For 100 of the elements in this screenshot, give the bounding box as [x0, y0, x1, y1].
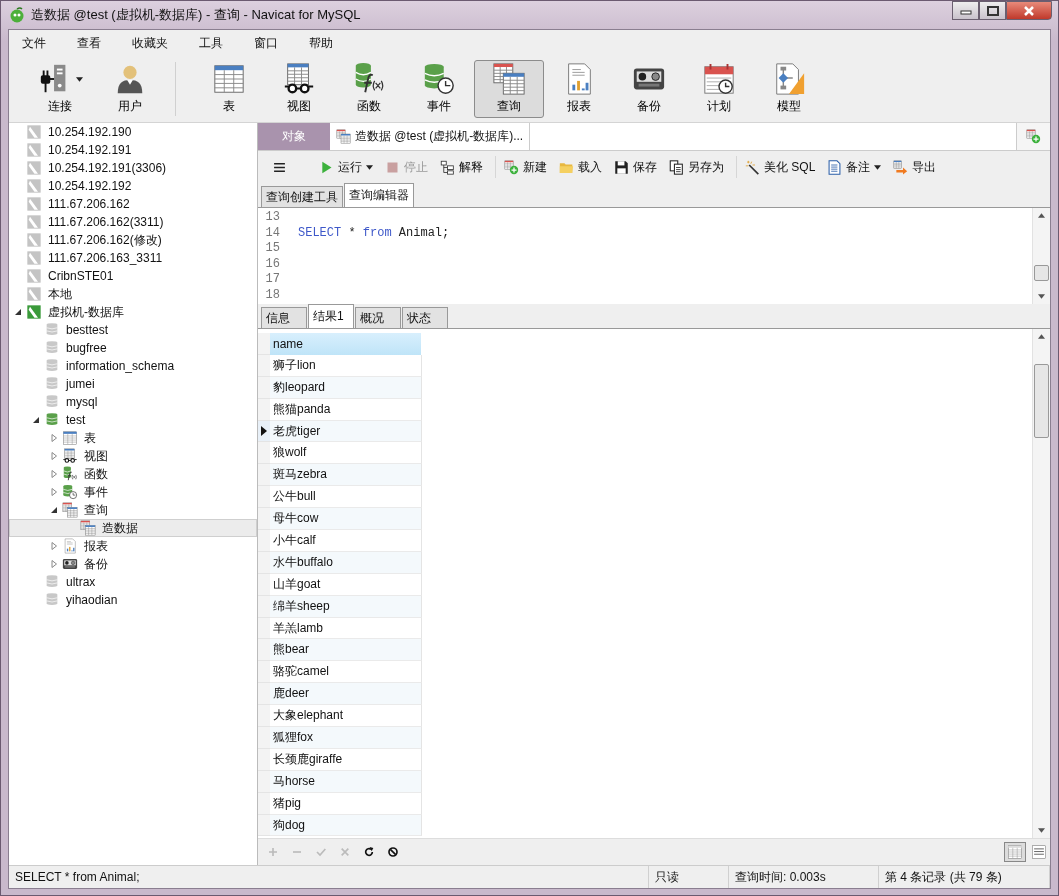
table-cell: 鹿deer	[270, 683, 422, 706]
tree-item[interactable]: 备份	[9, 555, 257, 573]
tables-icon	[492, 62, 526, 96]
toolbar-button[interactable]: 事件	[404, 60, 474, 118]
toolbar-button[interactable]: 备注	[823, 156, 886, 178]
collapsed-arrow-icon[interactable]	[50, 542, 58, 550]
toolbar-button[interactable]: 备份	[614, 60, 684, 118]
row-header[interactable]	[258, 420, 270, 443]
scroll-up-icon[interactable]	[1038, 213, 1045, 218]
toolbar-button[interactable]: 报表	[544, 60, 614, 118]
function-icon	[62, 466, 78, 482]
tree-item[interactable]: 111.67.206.162	[9, 195, 257, 213]
toolbar-button[interactable]: 载入	[555, 156, 606, 178]
tree-item[interactable]: bugfree	[9, 339, 257, 357]
tree-item[interactable]: ultrax	[9, 573, 257, 591]
new-object-button[interactable]	[1016, 123, 1050, 150]
tree-item[interactable]: 10.254.192.192	[9, 177, 257, 195]
expanded-arrow-icon[interactable]	[32, 416, 40, 424]
tree-item[interactable]: 报表	[9, 537, 257, 555]
toolbar-button[interactable]: 美化 SQL	[741, 156, 820, 178]
caret-icon	[366, 164, 373, 170]
table-cell: 熊bear	[270, 639, 422, 662]
window-title: 造数据 @test (虚拟机-数据库) - 查询 - Navicat for MySQL	[31, 6, 361, 24]
toolbar-button[interactable]: 另存为	[665, 156, 728, 178]
table-cell: 绵羊sheep	[270, 595, 422, 618]
result-tab[interactable]: 概况	[355, 307, 401, 328]
editor-tab[interactable]: 查询创建工具	[261, 186, 343, 207]
tree-item[interactable]: CribnSTE01	[9, 267, 257, 285]
status-text: 查询时间: 0.003s	[729, 866, 879, 888]
collapsed-arrow-icon[interactable]	[50, 452, 58, 460]
tree-item[interactable]: mysql	[9, 393, 257, 411]
scroll-down-icon[interactable]	[1038, 294, 1045, 299]
tree-item[interactable]: 111.67.206.163_3311	[9, 249, 257, 267]
toolbar-button[interactable]: 导出	[889, 156, 941, 178]
tree-item[interactable]: 111.67.206.162(修改)	[9, 231, 257, 249]
tree-item[interactable]: 虚拟机-数据库	[9, 303, 257, 321]
maximize-button[interactable]	[979, 1, 1006, 20]
toolbar-button[interactable]: 视图	[264, 60, 334, 118]
scroll-thumb[interactable]	[1034, 265, 1049, 281]
editor-tab[interactable]: 查询编辑器	[344, 183, 414, 207]
toolbar-button[interactable]: 新建	[500, 156, 551, 178]
scrollbar[interactable]	[1032, 208, 1050, 304]
expanded-arrow-icon[interactable]	[14, 308, 22, 316]
toolbar-button[interactable]: 表	[194, 60, 264, 118]
tree-item[interactable]: 10.254.192.191(3306)	[9, 159, 257, 177]
menu-item[interactable]: 工具	[192, 32, 230, 54]
scrollbar[interactable]	[1032, 329, 1050, 838]
flowchart-icon	[440, 159, 455, 175]
collapsed-arrow-icon[interactable]	[50, 470, 58, 478]
scroll-down-icon[interactable]	[1038, 828, 1045, 833]
toolbar-button[interactable]: 查询	[474, 60, 544, 118]
toolbar-button[interactable]: 连接	[25, 60, 95, 118]
toolbar-button[interactable]: 解释	[436, 156, 487, 178]
status-text: 只读	[649, 866, 729, 888]
grid-view-button[interactable]	[1004, 842, 1026, 862]
status-text: SELECT * from Animal;	[9, 866, 649, 888]
scroll-up-icon[interactable]	[1038, 334, 1045, 339]
toolbar-button[interactable]: 模型	[754, 60, 824, 118]
menu-item[interactable]: 收藏夹	[125, 32, 175, 54]
tree-item[interactable]: 本地	[9, 285, 257, 303]
tree-item[interactable]: yihaodian	[9, 591, 257, 609]
menu-item[interactable]: 帮助	[302, 32, 340, 54]
close-button[interactable]	[1006, 1, 1052, 20]
tree-item[interactable]: test	[9, 411, 257, 429]
database-clock-icon	[62, 484, 78, 500]
collapsed-arrow-icon[interactable]	[50, 488, 58, 496]
toolbar-button[interactable]: 保存	[610, 156, 661, 178]
caret-icon	[75, 76, 83, 82]
toolbar-button[interactable]: 运行	[315, 156, 377, 178]
tree-item[interactable]: 表	[9, 429, 257, 447]
menu-item[interactable]: 文件	[15, 32, 53, 54]
toolbar-button[interactable]: 计划	[684, 60, 754, 118]
tree-item[interactable]: besttest	[9, 321, 257, 339]
column-header[interactable]: name	[270, 333, 421, 355]
tree-item[interactable]: 10.254.192.191	[9, 141, 257, 159]
menu-item[interactable]: 查看	[70, 32, 108, 54]
copy-icon	[669, 159, 684, 175]
scroll-thumb[interactable]	[1034, 364, 1049, 438]
collapsed-arrow-icon[interactable]	[50, 434, 58, 442]
result-tab[interactable]: 结果1	[308, 304, 354, 328]
tree-item[interactable]: 视图	[9, 447, 257, 465]
minimize-button[interactable]	[952, 1, 979, 20]
tree-item[interactable]: 查询	[9, 501, 257, 519]
result-tab[interactable]: 状态	[402, 307, 448, 328]
tree-item[interactable]: 造数据	[9, 519, 257, 537]
tree-item[interactable]: 函数	[9, 465, 257, 483]
expanded-arrow-icon[interactable]	[50, 506, 58, 514]
toolbar-button[interactable]: 函数	[334, 60, 404, 118]
result-tab[interactable]: 信息	[261, 307, 307, 328]
tree-item[interactable]: 10.254.192.190	[9, 123, 257, 141]
table-cell: 熊猫panda	[270, 398, 422, 421]
tree-item[interactable]: information_schema	[9, 357, 257, 375]
collapsed-arrow-icon[interactable]	[50, 560, 58, 568]
line-number: 17	[264, 272, 280, 288]
toolbar-button[interactable]: 用户	[95, 60, 165, 118]
tree-item[interactable]: 111.67.206.162(3311)	[9, 213, 257, 231]
tree-item[interactable]: 事件	[9, 483, 257, 501]
report-icon	[62, 538, 78, 554]
tree-item[interactable]: jumei	[9, 375, 257, 393]
menu-item[interactable]: 窗口	[247, 32, 285, 54]
